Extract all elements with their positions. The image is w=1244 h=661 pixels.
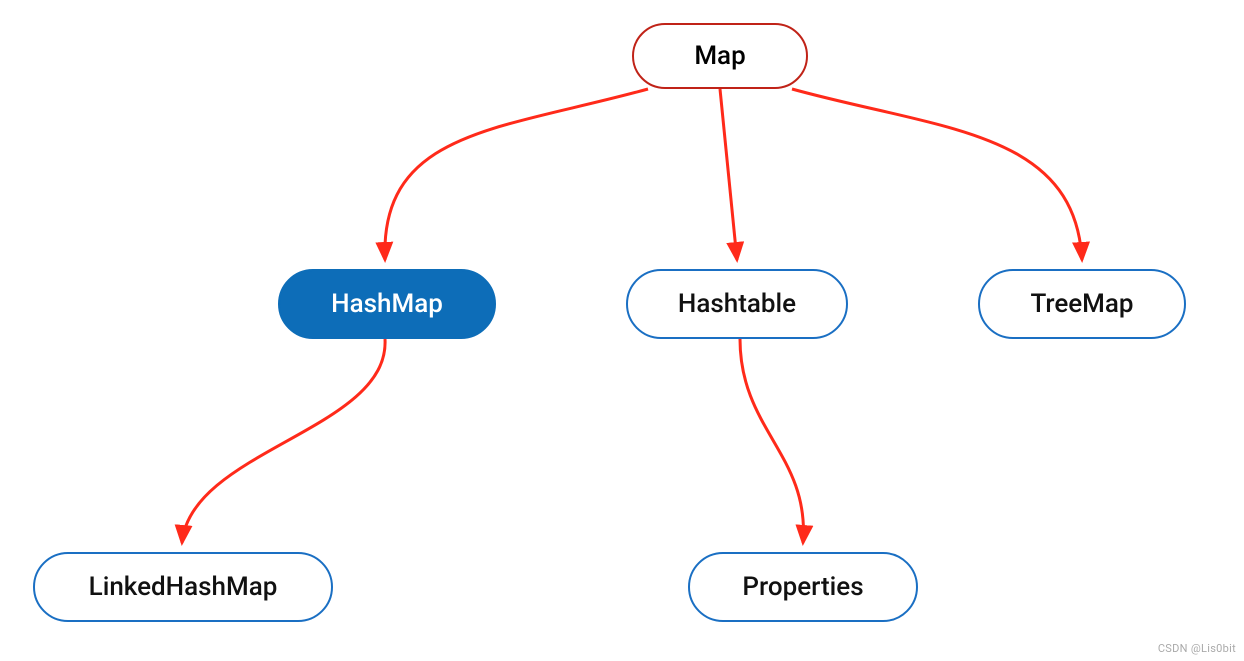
- node-linkedhashmap: LinkedHashMap: [33, 552, 333, 622]
- edge-map-to-hashmap: [385, 89, 648, 260]
- node-label: HashMap: [331, 289, 443, 319]
- node-properties: Properties: [688, 552, 918, 622]
- node-label: TreeMap: [1030, 289, 1133, 319]
- edge-map-to-hashtable: [720, 89, 737, 260]
- watermark: CSDN @Lis0bit: [1158, 642, 1236, 655]
- node-label: Hashtable: [678, 289, 796, 319]
- node-map: Map: [632, 23, 808, 89]
- node-hashtable: Hashtable: [626, 269, 848, 339]
- edge-map-to-treemap: [792, 89, 1082, 260]
- node-label: LinkedHashMap: [89, 572, 278, 602]
- node-label: Properties: [742, 572, 863, 602]
- node-hashmap: HashMap: [278, 269, 496, 339]
- node-treemap: TreeMap: [978, 269, 1186, 339]
- edge-hashmap-to-linkedhashmap: [182, 339, 385, 543]
- node-label: Map: [694, 41, 745, 71]
- edge-hashtable-to-properties: [740, 339, 803, 543]
